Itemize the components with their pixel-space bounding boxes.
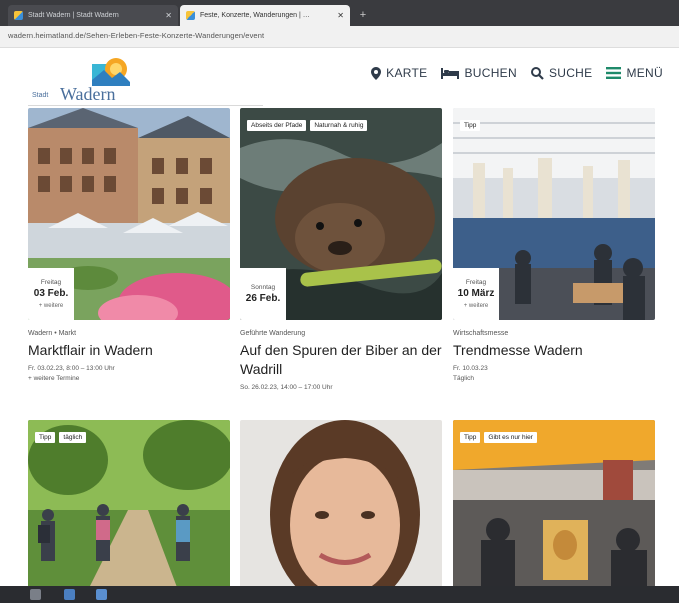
taskbar-app-icon[interactable] bbox=[30, 589, 41, 600]
taskbar-app-icon[interactable] bbox=[64, 589, 75, 600]
event-card[interactable]: Tipp Gibt es nur hier bbox=[453, 420, 655, 590]
logo-small-text: Stadt bbox=[32, 92, 49, 99]
site-header: Stadt Wadern KARTE BUCHEN SUCHE MENÜ bbox=[0, 48, 679, 106]
event-category: Wadern • Markt bbox=[28, 330, 77, 337]
date-day: 10 März bbox=[457, 288, 495, 299]
market-umbrella-photo bbox=[453, 420, 655, 590]
date-day: 26 Feb. bbox=[245, 293, 281, 304]
logo-icon bbox=[92, 58, 130, 86]
event-card[interactable]: Abseits der Pfade Naturnah & ruhig Sonnt… bbox=[240, 108, 442, 391]
header-divider bbox=[28, 105, 263, 106]
new-tab-button[interactable]: + bbox=[356, 8, 370, 22]
date-weekday: Sonntag bbox=[250, 284, 276, 291]
date-more-link[interactable]: + weitere bbox=[464, 303, 489, 309]
main-nav: KARTE BUCHEN SUCHE MENÜ bbox=[371, 66, 663, 80]
tag-list: Tipp Gibt es nur hier bbox=[460, 432, 537, 443]
nav-label: MENÜ bbox=[626, 66, 663, 80]
browser-tab[interactable]: Stadt Wadern | Stadt Wadern ✕ bbox=[8, 5, 178, 26]
tag: Gibt es nur hier bbox=[484, 432, 537, 443]
event-image[interactable]: Abseits der Pfade Naturnah & ruhig Sonnt… bbox=[240, 108, 442, 320]
event-category: Geführte Wanderung bbox=[240, 330, 306, 337]
tag: Tipp bbox=[35, 432, 56, 443]
nav-buchen[interactable]: BUCHEN bbox=[441, 66, 517, 80]
close-icon[interactable]: ✕ bbox=[337, 11, 344, 20]
nav-menu[interactable]: MENÜ bbox=[606, 66, 663, 80]
date-weekday: Freitag bbox=[465, 279, 487, 286]
event-title[interactable]: Auf den Spuren der Biber an der Wadrill bbox=[240, 341, 442, 379]
address-bar[interactable]: wadern.heimatland.de/Sehen-Erleben-Feste… bbox=[0, 26, 679, 48]
event-image[interactable]: Tipp täglich bbox=[28, 420, 230, 590]
event-title[interactable]: Trendmesse Wadern bbox=[453, 341, 655, 360]
date-more-link[interactable]: + weitere bbox=[39, 303, 64, 309]
tag: Tipp bbox=[460, 432, 481, 443]
close-icon[interactable]: ✕ bbox=[165, 11, 172, 20]
search-icon bbox=[530, 66, 544, 80]
date-badge: Freitag 10 März + weitere bbox=[453, 268, 499, 320]
tag: Tipp bbox=[460, 120, 481, 131]
browser-tab-active[interactable]: Feste, Konzerte, Wanderungen | … ✕ bbox=[180, 5, 350, 26]
nav-suche[interactable]: SUCHE bbox=[530, 66, 593, 80]
nav-karte[interactable]: KARTE bbox=[371, 66, 427, 80]
tag-list: Abseits der Pfade Naturnah & ruhig bbox=[247, 120, 368, 131]
hiking-photo bbox=[28, 420, 230, 590]
favicon-icon bbox=[186, 11, 195, 20]
tab-label: Stadt Wadern | Stadt Wadern bbox=[28, 12, 119, 19]
bed-icon bbox=[441, 67, 460, 79]
event-category: Wirtschaftsmesse bbox=[453, 330, 509, 337]
url-text: wadern.heimatland.de/Sehen-Erleben-Feste… bbox=[8, 31, 265, 40]
os-taskbar bbox=[0, 586, 679, 603]
date-badge: Freitag 03 Feb. + weitere bbox=[28, 268, 74, 320]
event-datetime: Fr. 10.03.23 bbox=[453, 365, 488, 372]
tag: Naturnah & ruhig bbox=[310, 120, 368, 131]
event-image[interactable] bbox=[240, 420, 442, 590]
event-card[interactable]: Freitag 03 Feb. + weitere Wadern • Markt… bbox=[28, 108, 230, 382]
date-badge: Sonntag 26 Feb. bbox=[240, 268, 286, 320]
event-image[interactable]: Tipp Gibt es nur hier bbox=[453, 420, 655, 590]
event-card[interactable]: Tipp Freitag 10 März + weitere Wirtschaf… bbox=[453, 108, 655, 382]
tag: täglich bbox=[59, 432, 87, 443]
event-image[interactable]: Freitag 03 Feb. + weitere bbox=[28, 108, 230, 320]
nav-label: BUCHEN bbox=[464, 66, 517, 80]
tag-list: Tipp täglich bbox=[35, 432, 87, 443]
event-image[interactable]: Tipp Freitag 10 März + weitere bbox=[453, 108, 655, 320]
date-weekday: Freitag bbox=[40, 279, 62, 286]
map-pin-icon bbox=[371, 66, 382, 80]
site-logo[interactable]: Stadt Wadern bbox=[28, 54, 263, 106]
tab-label: Feste, Konzerte, Wanderungen | … bbox=[200, 12, 310, 19]
event-more-dates[interactable]: + weitere Termine bbox=[28, 375, 230, 382]
date-day: 03 Feb. bbox=[33, 288, 69, 299]
nav-label: SUCHE bbox=[548, 66, 593, 80]
event-datetime: Fr. 03.02.23, 8:00 – 13:00 Uhr bbox=[28, 365, 115, 372]
logo-title: Wadern bbox=[60, 84, 116, 104]
event-datetime: So. 26.02.23, 14:00 – 17:00 Uhr bbox=[240, 384, 333, 391]
portrait-photo bbox=[240, 420, 442, 590]
event-card[interactable]: Tipp täglich bbox=[28, 420, 230, 590]
event-card[interactable] bbox=[240, 420, 442, 590]
event-title[interactable]: Marktflair in Wadern bbox=[28, 341, 230, 360]
nav-label: KARTE bbox=[386, 66, 428, 80]
favicon-icon bbox=[14, 11, 23, 20]
browser-tabbar: Stadt Wadern | Stadt Wadern ✕ Feste, Kon… bbox=[0, 0, 679, 26]
tag-list: Tipp bbox=[460, 120, 481, 131]
event-frequency: Täglich bbox=[453, 375, 474, 382]
hamburger-icon bbox=[606, 67, 622, 79]
tag: Abseits der Pfade bbox=[247, 120, 307, 131]
taskbar-app-icon[interactable] bbox=[96, 589, 107, 600]
